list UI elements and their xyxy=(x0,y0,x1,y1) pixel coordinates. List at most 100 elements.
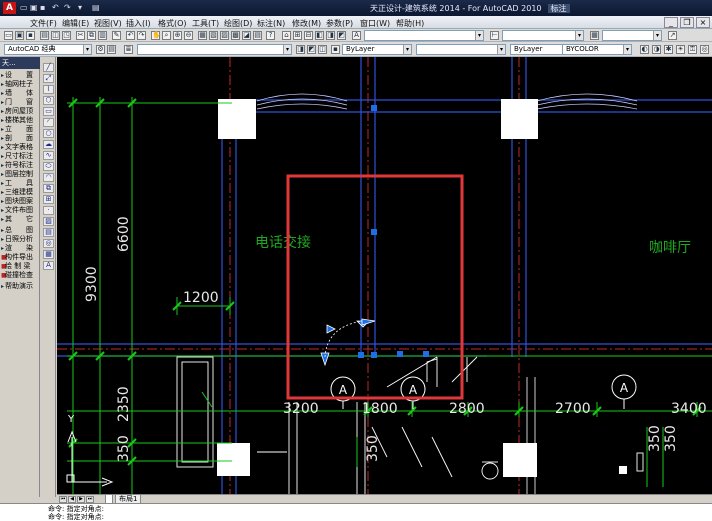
menu-file[interactable]: 文件(F) xyxy=(30,18,57,29)
cut-icon[interactable]: ✂ xyxy=(76,31,85,40)
panel-header[interactable]: 天... xyxy=(0,57,40,69)
workspace-settings-icon[interactable]: ⚙ xyxy=(96,45,105,54)
tch-tool-7-icon[interactable]: A xyxy=(352,31,361,40)
open-icon[interactable]: ▣ xyxy=(15,31,24,40)
workspace-switch-icon[interactable]: ▤ xyxy=(107,45,116,54)
zoom-realtime-icon[interactable]: ⌕ xyxy=(162,31,171,40)
revcloud-tool-icon[interactable]: ☁ xyxy=(43,140,54,149)
panel-item-export[interactable]: ■构件导出 xyxy=(1,253,39,262)
layer-walk-icon[interactable]: ◎ xyxy=(700,45,709,54)
hatch-tool-icon[interactable]: ▨ xyxy=(43,217,54,226)
lightbulb-icon[interactable]: ☀ xyxy=(676,45,685,54)
tab-last-icon[interactable]: ⏭ xyxy=(86,496,94,503)
panel-item-tools[interactable]: ▸工 具 xyxy=(1,179,39,188)
tab-first-icon[interactable]: ⏮ xyxy=(59,496,67,503)
menu-edit[interactable]: 编辑(E) xyxy=(62,18,89,29)
redo-icon[interactable]: ↷ xyxy=(64,3,71,12)
plotstyle-combo[interactable]: BYCOLOR ▾ xyxy=(562,44,632,55)
tch-tool-5-icon[interactable]: ◨ xyxy=(326,31,335,40)
ellipse-arc-tool-icon[interactable]: ◠ xyxy=(43,173,54,182)
grip-arrows[interactable] xyxy=(320,318,376,367)
print-icon[interactable]: ▤ xyxy=(40,31,49,40)
copy-icon[interactable]: ⧉ xyxy=(87,31,96,40)
panel-item-text[interactable]: ▸文字表格 xyxy=(1,143,39,152)
dimstyle-icon[interactable]: ⊢ xyxy=(490,31,499,40)
panel-item-collision[interactable]: ■碰撞检查 xyxy=(1,271,39,280)
panel-item-dimension[interactable]: ▸尺寸标注 xyxy=(1,152,39,161)
workspace-combo[interactable]: AutoCAD 经典 ▾ xyxy=(4,44,92,55)
layer-previous-icon[interactable]: ◨ xyxy=(296,45,305,54)
paste-icon[interactable]: ▥ xyxy=(98,31,107,40)
properties-icon[interactable]: ▦ xyxy=(198,31,207,40)
make-block-tool-icon[interactable]: ⊞ xyxy=(43,195,54,204)
menu-view[interactable]: 视图(V) xyxy=(94,18,122,29)
point-tool-icon[interactable]: · xyxy=(43,206,54,215)
rectangle-tool-icon[interactable]: ▭ xyxy=(43,107,54,116)
arc-tool-icon[interactable]: ◜ xyxy=(43,118,54,127)
publish-icon[interactable]: ◳ xyxy=(62,31,71,40)
panel-item-stairs[interactable]: ▸楼梯其他 xyxy=(1,116,39,125)
panel-item-section[interactable]: ▸剖 面 xyxy=(1,134,39,143)
zoom-previous-icon[interactable]: ⊖ xyxy=(184,31,193,40)
spline-tool-icon[interactable]: ∿ xyxy=(43,151,54,160)
undo-tool-icon[interactable]: ↶ xyxy=(126,31,135,40)
panel-item-axis[interactable]: ▸轴网柱子 xyxy=(1,80,39,89)
menu-window[interactable]: 窗口(W) xyxy=(360,18,390,29)
layer-freeze-icon[interactable]: ✱ xyxy=(664,45,673,54)
panel-item-site[interactable]: ▸总 图 xyxy=(1,226,39,235)
panel-item-help[interactable]: ▸帮助演示 xyxy=(1,282,39,291)
polygon-tool-icon[interactable]: ⬡ xyxy=(43,96,54,105)
tablestyle-icon[interactable]: ▦ xyxy=(590,31,599,40)
dim-style-combo[interactable]: ▾ xyxy=(502,30,584,41)
panel-item-layout[interactable]: ▸文件布图 xyxy=(1,206,39,215)
panel-item-beam[interactable]: ■绘 制 梁 xyxy=(1,262,39,271)
color-combo[interactable]: ByLayer ▾ xyxy=(342,44,412,55)
plot-icon[interactable]: ▤ xyxy=(92,3,100,12)
pan-icon[interactable]: ✋ xyxy=(151,31,161,40)
menu-parametric[interactable]: 参数(P) xyxy=(326,18,353,29)
layer-combo[interactable]: ▾ xyxy=(137,44,292,55)
command-line[interactable]: 命令: 指定对角点: 命令: 指定对角点: xyxy=(0,503,712,521)
tool-palettes-icon[interactable]: ▨ xyxy=(220,31,229,40)
tab-next-icon[interactable]: ▶ xyxy=(77,496,85,503)
make-current-icon[interactable]: ◩ xyxy=(307,45,316,54)
tch-tool-1-icon[interactable]: ⌂ xyxy=(282,31,291,40)
menu-dimension[interactable]: 标注(N) xyxy=(257,18,285,29)
menu-insert[interactable]: 插入(I) xyxy=(126,18,151,29)
region-tool-icon[interactable]: ◎ xyxy=(43,239,54,248)
tch-tool-3-icon[interactable]: ⊟ xyxy=(304,31,313,40)
dropdown-icon[interactable]: ▾ xyxy=(78,3,82,12)
open-file-icon[interactable]: ▣ xyxy=(30,3,38,12)
linetype-combo[interactable]: ▾ xyxy=(416,44,506,55)
table-style-combo[interactable]: ▾ xyxy=(602,30,662,41)
line-tool-icon[interactable]: ╱ xyxy=(43,63,54,72)
sheet-set-icon[interactable]: ▩ xyxy=(231,31,240,40)
panel-item-block[interactable]: ▸图块图案 xyxy=(1,197,39,206)
save-icon[interactable]: ▪ xyxy=(40,3,45,12)
save-file-icon[interactable]: ▪ xyxy=(26,31,35,40)
layer-lock-icon[interactable]: ⚿ xyxy=(688,45,697,54)
panel-item-room[interactable]: ▸房间屋顶 xyxy=(1,107,39,116)
layer-properties-icon[interactable]: ≣ xyxy=(124,45,133,54)
panel-item-sunlight[interactable]: ▸日照分析 xyxy=(1,235,39,244)
ellipse-tool-icon[interactable]: ⬭ xyxy=(43,162,54,171)
markup-icon[interactable]: ◪ xyxy=(242,31,251,40)
tch-tool-2-icon[interactable]: ⊞ xyxy=(293,31,302,40)
insert-block-tool-icon[interactable]: ⧉ xyxy=(43,184,54,193)
panel-item-symbol[interactable]: ▸符号标注 xyxy=(1,161,39,170)
menu-format[interactable]: 格式(O) xyxy=(158,18,187,29)
menu-help[interactable]: 帮助(H) xyxy=(396,18,424,29)
new-file-icon[interactable]: ▭ xyxy=(20,3,28,12)
gradient-tool-icon[interactable]: ▤ xyxy=(43,228,54,237)
print-preview-icon[interactable]: ◫ xyxy=(51,31,60,40)
polyline-tool-icon[interactable]: ⌇ xyxy=(43,85,54,94)
circle-tool-icon[interactable]: ○ xyxy=(43,129,54,138)
panel-item-settings[interactable]: ▸设 置 xyxy=(1,71,39,80)
zoom-window-icon[interactable]: ⊕ xyxy=(173,31,182,40)
panel-item-layer[interactable]: ▸图层控制 xyxy=(1,170,39,179)
menu-draw[interactable]: 绘图(D) xyxy=(224,18,252,29)
redo-tool-icon[interactable]: ↷ xyxy=(137,31,146,40)
color-control-icon[interactable]: ▪ xyxy=(331,45,340,54)
undo-icon[interactable]: ↶ xyxy=(52,3,59,12)
restore-button[interactable]: ❐ xyxy=(680,17,694,28)
